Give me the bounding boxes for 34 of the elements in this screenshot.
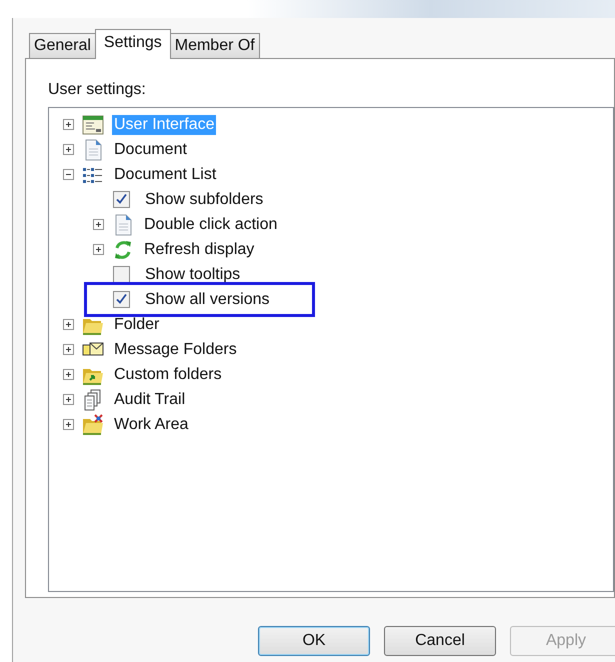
expand-toggle[interactable] (63, 319, 74, 330)
expand-toggle[interactable] (63, 344, 74, 355)
expand-toggle[interactable] (93, 244, 104, 255)
tab[interactable]: Settings (94, 29, 171, 59)
expand-toggle[interactable] (93, 219, 104, 230)
collapse-toggle[interactable] (63, 169, 74, 180)
expand-toggle[interactable] (63, 119, 74, 130)
expand-toggle[interactable] (63, 144, 74, 155)
tree-item[interactable]: Show tooltips (143, 264, 242, 284)
tree-item[interactable]: Message Folders (112, 340, 239, 360)
tree-item[interactable]: Audit Trail (112, 390, 188, 410)
tree-item[interactable]: Show subfolders (143, 190, 266, 210)
checkbox[interactable] (113, 266, 130, 283)
folder-arrows-icon (82, 414, 104, 436)
tree-item[interactable]: Show all versions (143, 290, 272, 310)
checkbox[interactable] (113, 191, 130, 208)
dialog-button[interactable]: OK (258, 626, 370, 656)
checkbox[interactable] (113, 291, 130, 308)
tree-item[interactable]: Folder (112, 314, 162, 334)
tree-item[interactable]: Document List (112, 164, 218, 184)
window-icon (82, 114, 104, 136)
expand-toggle[interactable] (63, 369, 74, 380)
dialog-button[interactable]: Cancel (384, 626, 496, 656)
expand-toggle[interactable] (63, 419, 74, 430)
tab[interactable]: General (29, 33, 96, 58)
expand-toggle[interactable] (63, 394, 74, 405)
tree-item[interactable]: Work Area (112, 414, 190, 434)
settings-label: User settings: (48, 81, 147, 100)
refresh-icon (112, 238, 134, 260)
tab[interactable]: Member Of (170, 33, 260, 58)
tree-item[interactable]: Refresh display (142, 240, 256, 260)
tree-item[interactable]: Document (112, 140, 189, 160)
tree-item[interactable]: Double click action (142, 214, 280, 234)
tree-item[interactable]: Custom folders (112, 364, 224, 384)
